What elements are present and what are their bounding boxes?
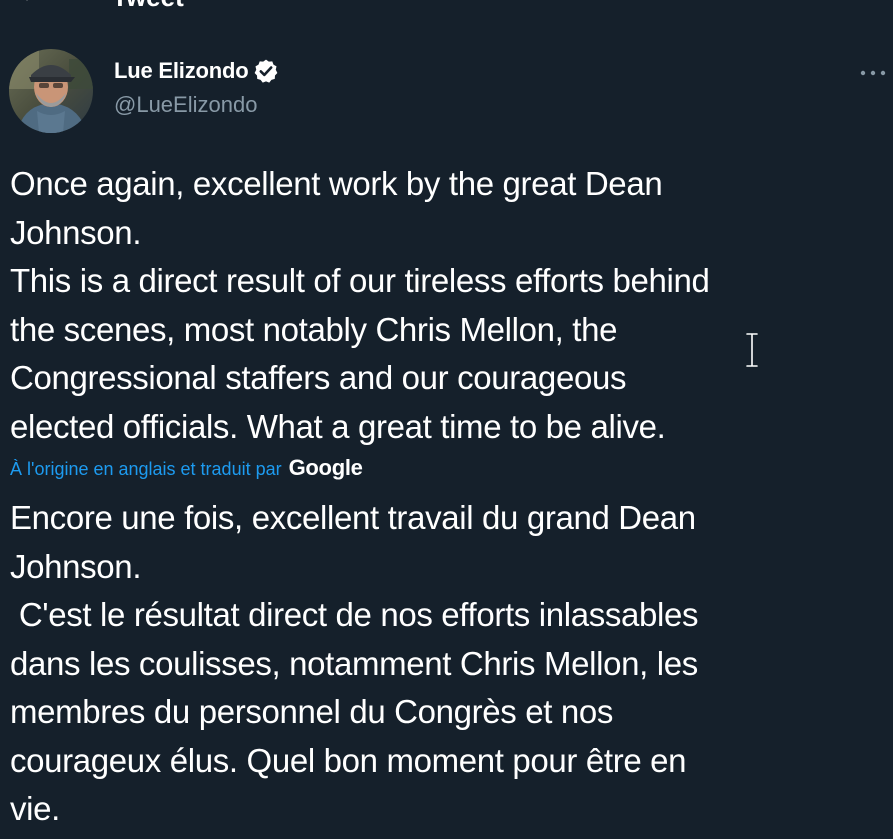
tweet-detail-page: Tweet Lue Elizondo: [0, 0, 893, 839]
translated-text-line: Encore une fois, excellent travail du gr…: [10, 499, 696, 536]
author-name-row[interactable]: Lue Elizondo: [114, 58, 279, 84]
tweet-text: Once again, excellent work by the great …: [10, 160, 890, 451]
arrow-left-icon: [26, 0, 28, 1]
more-options-button[interactable]: [856, 62, 890, 84]
tweet-text-line: This is a direct result of our tireless …: [10, 262, 710, 299]
translated-text-line: Johnson.: [10, 547, 142, 585]
tweet-text-line: Johnson.: [10, 213, 142, 251]
verified-badge-icon: [253, 58, 279, 84]
back-button[interactable]: [14, 0, 48, 6]
author-handle[interactable]: @LueElizondo: [114, 92, 257, 118]
tweet-text-line: elected officials. What a great time to …: [10, 407, 666, 445]
translated-text-line: vie.: [10, 790, 60, 827]
translated-text-line: membres du personnel du Congrès et nos: [10, 693, 614, 730]
text-cursor-icon: [741, 328, 763, 372]
translated-tweet-text: Encore une fois, excellent travail du gr…: [10, 494, 890, 834]
tweet-text-line: Once again, excellent work by the great …: [10, 165, 663, 202]
translation-source-link[interactable]: À l'origine en anglais et traduit par: [10, 459, 282, 480]
top-bar: Tweet: [0, 0, 893, 14]
translated-text-line: C'est le résultat direct de nos efforts …: [10, 596, 699, 633]
translated-text-line: dans les coulisses, notamment Chris Mell…: [10, 644, 698, 682]
page-title: Tweet: [112, 0, 184, 13]
avatar[interactable]: [9, 49, 93, 133]
translated-text-line: courageux élus. Quel bon moment pour êtr…: [10, 741, 687, 779]
author-display-name: Lue Elizondo: [114, 58, 249, 83]
google-logo: Google: [288, 455, 363, 480]
translation-attribution: À l'origine en anglais et traduit par Go…: [10, 455, 363, 481]
more-horizontal-icon: [860, 70, 886, 76]
